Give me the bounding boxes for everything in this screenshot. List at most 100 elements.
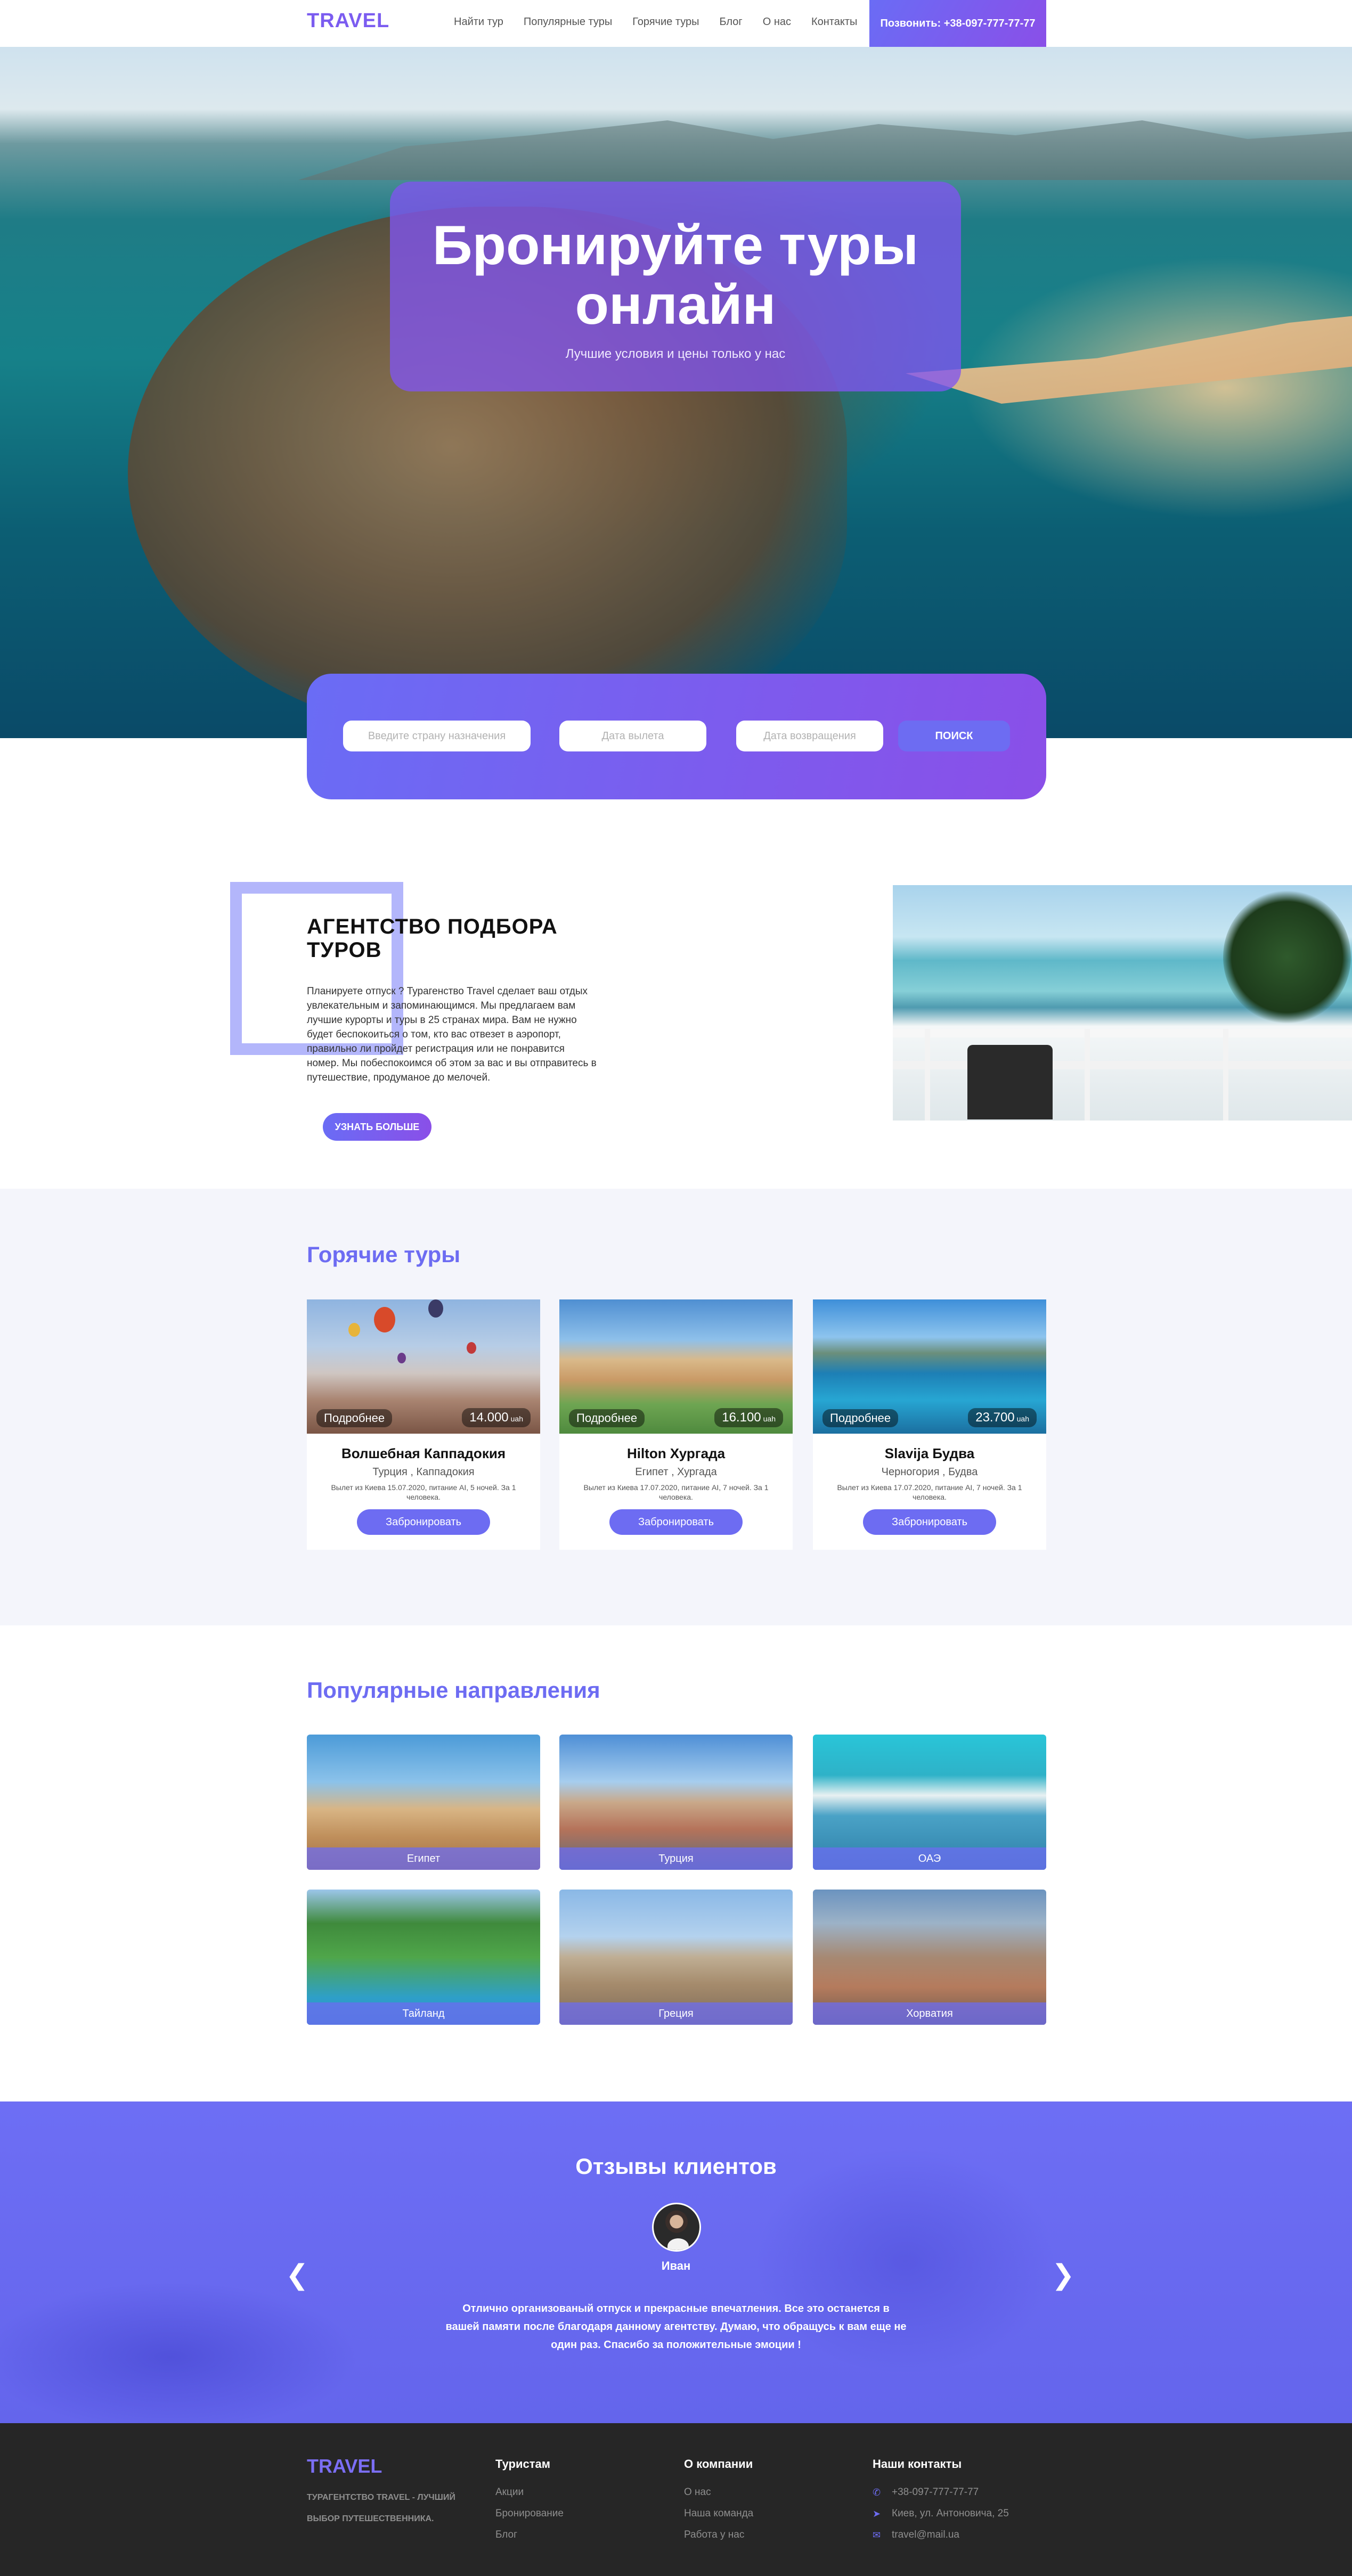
nav-hot-tours[interactable]: Горячие туры [632, 16, 699, 28]
price-badge: 16.100 uah [714, 1408, 783, 1427]
balloon-icon [428, 1299, 443, 1318]
hot-tours-title: Горячие туры [307, 1242, 461, 1267]
tour-name[interactable]: Волшебная Каппадокия [307, 1445, 540, 1462]
tour-card: Подробнее 16.100 uah Hilton Хургада Египе… [559, 1299, 793, 1550]
footer-phone[interactable]: ✆ +38-097-777-77-77 [873, 2482, 1009, 2503]
tour-photo[interactable]: Подробнее 23.700 uah [813, 1299, 1046, 1434]
logo[interactable]: TRAVEL [307, 10, 389, 32]
footer-email[interactable]: ✉ travel@mail.ua [873, 2524, 1009, 2546]
avatar [652, 2203, 701, 2252]
tour-card: Подробнее 23.700 uah Slavija Будва Черног… [813, 1299, 1046, 1550]
destination-label: Египет [307, 1847, 540, 1870]
learn-more-button[interactable]: УЗНАТЬ БОЛЬШЕ [323, 1113, 431, 1141]
hero-beach [906, 313, 1352, 404]
footer-address-text: Киев, ул. Антоновича, 25 [892, 2508, 1009, 2519]
footer-link[interactable]: О нас [684, 2482, 753, 2503]
balloon-icon [467, 1342, 476, 1354]
footer-logo[interactable]: TRAVEL [307, 2455, 382, 2477]
reviews-section: Отзывы клиентов Иван Отлично организован… [0, 2101, 1352, 2423]
destination-input[interactable]: Введите страну назначения [343, 721, 531, 751]
reviewer-name: Иван [661, 2259, 691, 2272]
footer-company-title: О компании [684, 2457, 753, 2471]
about-title: АГЕНТСТВО ПОДБОРА ТУРОВ [307, 915, 558, 962]
destination-card-uae[interactable]: ОАЭ [813, 1735, 1046, 1870]
tour-photo[interactable]: Подробнее 16.100 uah [559, 1299, 793, 1434]
nav-about[interactable]: О нас [763, 16, 791, 28]
balcony-rail [893, 1029, 1352, 1037]
destinations-title: Популярные направления [307, 1678, 600, 1703]
footer-link[interactable]: Акции [495, 2482, 564, 2503]
tour-location: Черногория , Будва [881, 1466, 978, 1478]
envelope-icon: ✉ [873, 2530, 881, 2540]
tour-card: Подробнее 14.000 uah Волшебная Каппадокия… [307, 1299, 540, 1550]
destination-label: Греция [559, 2002, 793, 2025]
tour-name[interactable]: Hilton Хургада [559, 1445, 793, 1462]
footer-link[interactable]: Работа у нас [684, 2524, 753, 2546]
rail-post [1223, 1029, 1228, 1121]
destination-card-croatia[interactable]: Хорватия [813, 1890, 1046, 2025]
departure-date-input[interactable]: Дата вылета [559, 721, 706, 751]
more-link[interactable]: Подробнее [569, 1409, 645, 1427]
nav-popular-tours[interactable]: Популярные туры [524, 16, 612, 28]
footer-address: ➤ Киев, ул. Антоновича, 25 [873, 2503, 1009, 2524]
hero-card: Бронируйте туры онлайн Лучшие условия и … [390, 182, 961, 391]
nav-contacts[interactable]: Контакты [811, 16, 857, 28]
return-date-input[interactable]: Дата возвращения [736, 721, 883, 751]
location-arrow-icon: ➤ [873, 2508, 881, 2519]
footer-link[interactable]: Наша команда [684, 2503, 753, 2524]
footer-link[interactable]: Бронирование [495, 2503, 564, 2524]
balloon-icon [374, 1307, 395, 1332]
destination-label: ОАЭ [813, 1847, 1046, 1870]
footer: TRAVEL ТУРАГЕНТСТВО TRAVEL - ЛУЧШИЙ ВЫБО… [0, 2423, 1352, 2576]
book-button[interactable]: Забронировать [357, 1509, 490, 1535]
destination-card-turkey[interactable]: Турция [559, 1735, 793, 1870]
destination-card-greece[interactable]: Греция [559, 1890, 793, 2025]
tour-description: Вылет из Киева 17.07.2020, питание AI, 7… [837, 1483, 1022, 1501]
more-link[interactable]: Подробнее [822, 1409, 899, 1427]
call-button[interactable]: Позвонить: +38-097-777-77-77 [869, 0, 1046, 47]
tour-photo[interactable]: Подробнее 14.000 uah [307, 1299, 540, 1434]
main-nav: Найти тур Популярные туры Горячие туры Б… [454, 16, 857, 28]
about-text: Планируете отпуск ? Турагенство Travel с… [307, 986, 597, 1083]
balloon-icon [397, 1353, 406, 1363]
chair [967, 1045, 1053, 1119]
nav-find-tour[interactable]: Найти тур [454, 16, 503, 28]
hero-subtitle: Лучшие условия и цены только у нас [565, 347, 786, 361]
price-badge: 14.000 uah [462, 1408, 531, 1427]
more-link[interactable]: Подробнее [316, 1409, 393, 1427]
footer-tourists-title: Туристам [495, 2457, 551, 2471]
price-currency: uah [1016, 1414, 1029, 1423]
book-button[interactable]: Забронировать [609, 1509, 743, 1535]
footer-contacts-title: Наши контакты [873, 2457, 962, 2471]
phone-icon: ✆ [873, 2487, 881, 2498]
tour-location: Египет , Хургада [635, 1466, 717, 1478]
price-value: 16.100 [722, 1410, 761, 1425]
book-button[interactable]: Забронировать [863, 1509, 996, 1535]
search-button[interactable]: ПОИСК [898, 721, 1010, 751]
tree [1223, 890, 1351, 1024]
tour-description: Вылет из Киева 15.07.2020, питание AI, 5… [331, 1483, 516, 1501]
chevron-right-icon[interactable]: ❯ [1052, 2259, 1075, 2291]
about-photo [893, 885, 1352, 1121]
footer-phone-text: +38-097-777-77-77 [892, 2487, 979, 2498]
destination-card-thailand[interactable]: Тайланд [307, 1890, 540, 2025]
footer-company-column: О компании О нас Наша команда Работа у н… [684, 2457, 753, 2546]
tour-name[interactable]: Slavija Будва [813, 1445, 1046, 1462]
reviews-title: Отзывы клиентов [575, 2154, 777, 2179]
price-value: 14.000 [469, 1410, 509, 1425]
footer-contacts-column: Наши контакты ✆ +38-097-777-77-77 ➤ Киев… [873, 2457, 1009, 2546]
footer-link[interactable]: Блог [495, 2524, 564, 2546]
price-value: 23.700 [975, 1410, 1015, 1425]
price-currency: uah [510, 1414, 523, 1423]
chevron-left-icon[interactable]: ❮ [286, 2259, 309, 2291]
destination-label: Хорватия [813, 2002, 1046, 2025]
footer-tourists-column: Туристам Акции Бронирование Блог [495, 2457, 564, 2546]
balloon-icon [348, 1323, 360, 1337]
tour-description: Вылет из Киева 17.07.2020, питание AI, 7… [583, 1483, 769, 1501]
hero-title: Бронируйте туры онлайн [390, 216, 961, 335]
hero-title-line-1: Бронируйте туры [432, 215, 919, 276]
hero-mountains [298, 120, 1352, 180]
search-panel: Введите страну назначения Дата вылета Да… [307, 674, 1046, 799]
nav-blog[interactable]: Блог [719, 16, 742, 28]
destination-card-egypt[interactable]: Египет [307, 1735, 540, 1870]
